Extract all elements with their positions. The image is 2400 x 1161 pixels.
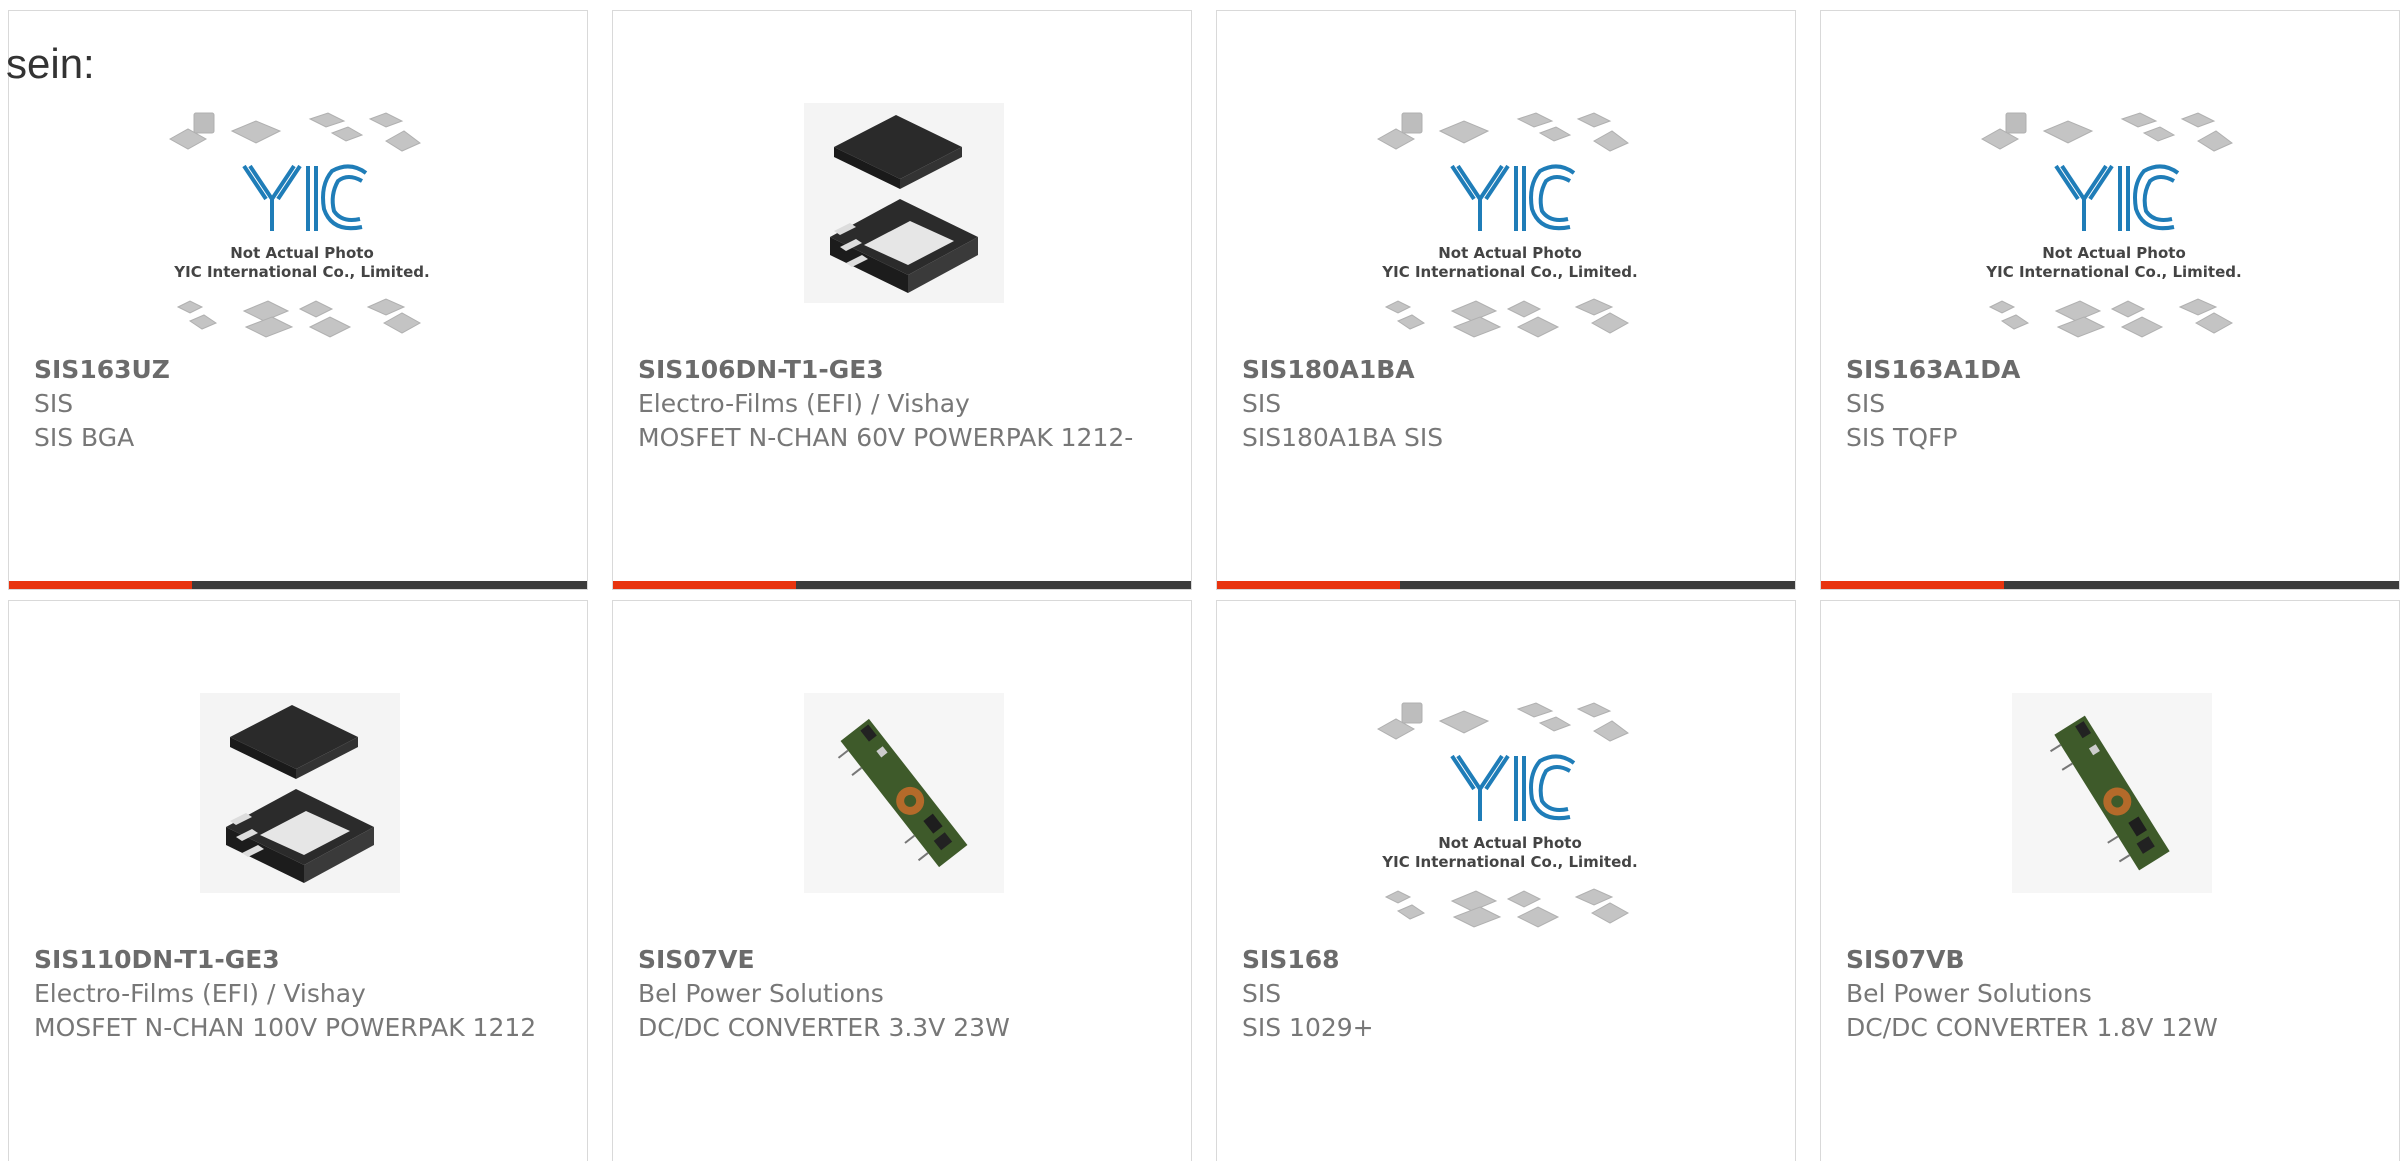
product-card[interactable]: Not Actual Photo YIC International Co., … [1216,10,1796,590]
manufacturer: Bel Power Solutions [638,979,884,1008]
product-card[interactable]: SIS07VE Bel Power Solutions DC/DC CONVER… [612,600,1192,1161]
qfn-chip-icon [200,693,400,893]
svg-text:YIC International Co., Limited: YIC International Co., Limited. [173,263,429,281]
qfn-chip-icon [804,103,1004,303]
placeholder-image-icon: Not Actual Photo YIC International Co., … [1376,702,1638,928]
product-card[interactable]: Not Actual Photo YIC International Co., … [8,10,588,590]
svg-text:Not Actual Photo: Not Actual Photo [230,244,374,262]
placeholder-image-icon: Not Actual Photo YIC International Co., … [1376,112,1638,338]
manufacturer: SIS [34,389,74,418]
svg-text:Not Actual Photo: Not Actual Photo [2042,244,2186,262]
product-image[interactable]: Not Actual Photo YIC International Co., … [1218,61,1795,351]
description: SIS BGA [34,423,135,452]
part-number[interactable]: SIS07VE [638,943,1158,977]
placeholder-image-icon: Not Actual Photo YIC International Co., … [1980,112,2242,338]
product-card[interactable]: SIS110DN-T1-GE3 Electro-Films (EFI) / Vi… [8,600,588,1161]
product-image[interactable]: Not Actual Photo YIC International Co., … [1218,651,1795,941]
card-bar [613,581,1191,589]
product-card[interactable]: Not Actual Photo YIC International Co., … [1216,600,1796,1161]
description: DC/DC CONVERTER 3.3V 23W [638,1013,1010,1042]
card-bar-accent [1821,581,2004,589]
card-bar [9,581,587,589]
placeholder-image-icon: Not Actual Photo YIC International Co., … [168,112,430,338]
part-number[interactable]: SIS106DN-T1-GE3 [638,353,1158,387]
svg-text:YIC International Co., Limited: YIC International Co., Limited. [1381,853,1637,871]
part-number[interactable]: SIS110DN-T1-GE3 [34,943,554,977]
svg-text:Not Actual Photo: Not Actual Photo [1438,244,1582,262]
product-image[interactable] [614,651,1191,941]
pcb-module-icon [2012,693,2212,893]
part-number[interactable]: SIS163A1DA [1846,353,2366,387]
product-image[interactable] [614,61,1191,351]
product-card[interactable]: SIS07VB Bel Power Solutions DC/DC CONVER… [1820,600,2400,1161]
card-bar [1821,581,2399,589]
product-image[interactable] [10,651,587,941]
description: MOSFET N-CHAN 60V POWERPAK 1212- [638,423,1134,452]
part-number[interactable]: SIS07VB [1846,943,2366,977]
svg-text:Not Actual Photo: Not Actual Photo [1438,834,1582,852]
manufacturer: SIS [1846,389,1886,418]
description: MOSFET N-CHAN 100V POWERPAK 1212 [34,1013,537,1042]
svg-text:YIC International Co., Limited: YIC International Co., Limited. [1985,263,2241,281]
description: SIS180A1BA SIS [1242,423,1444,452]
card-bar-accent [1217,581,1400,589]
manufacturer: Electro-Films (EFI) / Vishay [34,979,366,1008]
part-number[interactable]: SIS163UZ [34,353,554,387]
svg-text:YIC International Co., Limited: YIC International Co., Limited. [1381,263,1637,281]
product-image[interactable]: Not Actual Photo YIC International Co., … [1822,61,2399,351]
card-bar-accent [9,581,192,589]
product-card[interactable]: SIS106DN-T1-GE3 Electro-Films (EFI) / Vi… [612,10,1192,590]
product-image[interactable] [1822,651,2399,941]
pcb-module-icon [804,693,1004,893]
description: SIS 1029+ [1242,1013,1374,1042]
intro-text: sein: [6,40,95,87]
card-bar-accent [613,581,796,589]
manufacturer: Bel Power Solutions [1846,979,2092,1008]
manufacturer: SIS [1242,979,1282,1008]
manufacturer: Electro-Films (EFI) / Vishay [638,389,970,418]
description: SIS TQFP [1846,423,1958,452]
product-card[interactable]: Not Actual Photo YIC International Co., … [1820,10,2400,590]
part-number[interactable]: SIS180A1BA [1242,353,1762,387]
product-image[interactable]: Not Actual Photo YIC International Co., … [10,61,587,351]
part-number[interactable]: SIS168 [1242,943,1762,977]
card-bar [1217,581,1795,589]
manufacturer: SIS [1242,389,1282,418]
description: DC/DC CONVERTER 1.8V 12W [1846,1013,2218,1042]
